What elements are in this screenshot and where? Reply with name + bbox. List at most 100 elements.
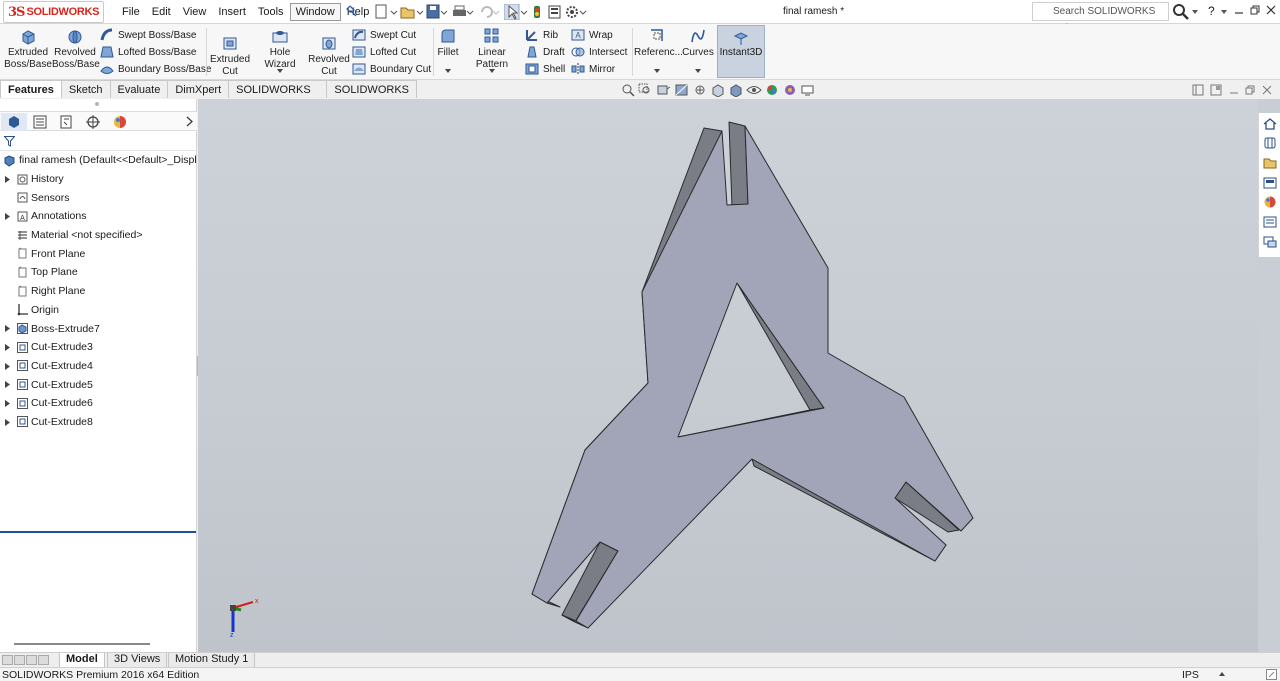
view-palette-icon[interactable] bbox=[1263, 176, 1277, 190]
tree-item-material-not-specified[interactable]: Material <not specified> bbox=[0, 226, 197, 245]
tree-item-origin[interactable]: Origin bbox=[0, 301, 197, 320]
display-style-icon[interactable] bbox=[728, 83, 744, 97]
display-manager-tab-icon[interactable] bbox=[107, 113, 133, 131]
close-icon[interactable] bbox=[1264, 3, 1278, 17]
dimxpert-manager-tab-icon[interactable] bbox=[80, 113, 106, 131]
tree-item-cut-extrude8[interactable]: Cut-Extrude8 bbox=[0, 413, 197, 432]
previous-view-icon[interactable] bbox=[656, 83, 672, 97]
save-icon[interactable] bbox=[426, 4, 448, 20]
design-library-icon[interactable] bbox=[1263, 136, 1277, 150]
edit-appearance-icon[interactable] bbox=[764, 83, 780, 97]
lofted-cut-button[interactable]: Lofted Cut bbox=[352, 44, 416, 60]
panel-horizontal-scrollbar[interactable] bbox=[14, 643, 150, 645]
swept-cut-button[interactable]: Swept Cut bbox=[352, 27, 416, 43]
tree-item-boss-extrude7[interactable]: Boss-Extrude7 bbox=[0, 319, 197, 338]
tab-3d-views[interactable]: 3D Views bbox=[107, 653, 168, 668]
menu-view[interactable]: View bbox=[177, 3, 213, 21]
feature-manager-tab-icon[interactable] bbox=[1, 113, 27, 131]
apply-scene-icon[interactable] bbox=[782, 83, 798, 97]
expand-arrow-icon[interactable] bbox=[0, 338, 16, 357]
help-dropdown-icon[interactable] bbox=[1221, 9, 1227, 15]
status-help-icon[interactable] bbox=[1266, 669, 1277, 680]
view-orientation-icon[interactable] bbox=[710, 83, 726, 97]
graphics-minimize-icon[interactable] bbox=[1228, 84, 1240, 96]
extruded-cut-button[interactable]: Extruded Cut bbox=[208, 34, 252, 78]
configuration-manager-tab-icon[interactable] bbox=[53, 113, 79, 131]
tree-item-cut-extrude4[interactable]: Cut-Extrude4 bbox=[0, 357, 197, 376]
graphics-area[interactable]: x z bbox=[198, 99, 1258, 652]
print-icon[interactable] bbox=[452, 4, 474, 20]
tree-item-sensors[interactable]: Sensors bbox=[0, 188, 197, 207]
fillet-button[interactable]: Fillet bbox=[436, 27, 460, 59]
appearances-icon[interactable] bbox=[1263, 195, 1277, 209]
expand-arrow-icon[interactable] bbox=[0, 394, 16, 413]
section-view-icon[interactable] bbox=[674, 83, 690, 97]
tree-filter[interactable] bbox=[0, 132, 197, 151]
dynamic-annotation-icon[interactable] bbox=[692, 83, 708, 97]
file-properties-icon[interactable] bbox=[547, 4, 563, 20]
tab-model[interactable]: Model bbox=[59, 653, 105, 668]
search-icon[interactable] bbox=[1172, 3, 1190, 21]
tree-item-front-plane[interactable]: Front Plane bbox=[0, 244, 197, 263]
rib-button[interactable]: Rib bbox=[525, 27, 558, 43]
part-model[interactable] bbox=[198, 99, 1258, 652]
search-dropdown-icon[interactable] bbox=[1192, 9, 1198, 15]
view-settings-icon[interactable] bbox=[800, 83, 816, 97]
tab-dimxpert[interactable]: DimXpert bbox=[167, 80, 230, 98]
linear-pattern-button[interactable]: Linear Pattern bbox=[462, 27, 522, 71]
instant3d-button[interactable]: Instant3D bbox=[717, 25, 765, 78]
lofted-boss-button[interactable]: Lofted Boss/Base bbox=[100, 44, 196, 60]
first-tab-icon[interactable] bbox=[2, 655, 13, 665]
menu-window[interactable]: Window bbox=[289, 3, 341, 21]
tree-root[interactable]: final ramesh (Default<<Default>_Displa bbox=[0, 151, 197, 170]
restore-icon[interactable] bbox=[1248, 3, 1262, 17]
home-icon[interactable] bbox=[1263, 117, 1277, 131]
tab-solidworks-add-ins[interactable]: SOLIDWORKS Add-Ins bbox=[228, 80, 328, 114]
tree-item-cut-extrude6[interactable]: Cut-Extrude6 bbox=[0, 394, 197, 413]
tab-solidworks-mbd[interactable]: SOLIDWORKS MBD bbox=[326, 80, 417, 114]
rebuild-icon[interactable] bbox=[531, 4, 543, 20]
property-manager-tab-icon[interactable] bbox=[27, 113, 53, 131]
open-icon[interactable] bbox=[400, 4, 424, 20]
intersect-button[interactable]: Intersect bbox=[571, 44, 627, 60]
expand-arrow-icon[interactable] bbox=[0, 357, 16, 376]
boundary-boss-button[interactable]: Boundary Boss/Base bbox=[100, 61, 211, 77]
tab-evaluate[interactable]: Evaluate bbox=[109, 80, 169, 98]
options-gear-icon[interactable] bbox=[565, 4, 587, 20]
unit-system[interactable]: IPS bbox=[1182, 669, 1199, 681]
graphics-maximize-icon[interactable] bbox=[1210, 84, 1222, 96]
minimize-icon[interactable] bbox=[1232, 3, 1246, 17]
forum-icon[interactable] bbox=[1263, 235, 1277, 249]
rollback-bar[interactable] bbox=[0, 531, 196, 533]
custom-properties-icon[interactable] bbox=[1263, 215, 1277, 229]
chevron-right-icon[interactable] bbox=[185, 116, 194, 127]
prev-tab-icon[interactable] bbox=[14, 655, 25, 665]
pin-menu-icon[interactable] bbox=[346, 5, 358, 17]
shell-button[interactable]: Shell bbox=[525, 61, 565, 77]
new-document-icon[interactable] bbox=[374, 4, 398, 20]
hole-wizard-dropdown-icon[interactable] bbox=[277, 69, 283, 74]
hide-show-items-icon[interactable] bbox=[746, 83, 762, 97]
revolved-boss-button[interactable]: Revolved Boss/Base bbox=[52, 27, 100, 71]
draft-button[interactable]: Draft bbox=[525, 44, 565, 60]
zoom-to-area-icon[interactable] bbox=[638, 83, 654, 97]
tab-features[interactable]: Features bbox=[0, 80, 62, 98]
menu-insert[interactable]: Insert bbox=[212, 3, 252, 21]
last-tab-icon[interactable] bbox=[38, 655, 49, 665]
expand-arrow-icon[interactable] bbox=[0, 413, 16, 432]
tree-item-right-plane[interactable]: Right Plane bbox=[0, 282, 197, 301]
graphics-close-icon[interactable] bbox=[1261, 84, 1273, 96]
expand-arrow-icon[interactable] bbox=[0, 207, 16, 226]
help-search-input[interactable]: Search SOLIDWORKS Help bbox=[1032, 2, 1169, 34]
undo-icon[interactable] bbox=[478, 4, 500, 20]
graphics-restore-icon[interactable] bbox=[1244, 84, 1256, 96]
curves-dropdown-icon[interactable] bbox=[695, 69, 701, 74]
tab-sketch[interactable]: Sketch bbox=[60, 80, 111, 98]
zoom-to-fit-icon[interactable] bbox=[620, 83, 636, 97]
tab-motion-study[interactable]: Motion Study 1 bbox=[168, 653, 256, 668]
graphics-tile-icon[interactable] bbox=[1192, 84, 1204, 96]
hole-wizard-button[interactable]: Hole Wizard bbox=[253, 27, 307, 71]
menu-edit[interactable]: Edit bbox=[146, 3, 177, 21]
next-tab-icon[interactable] bbox=[26, 655, 37, 665]
tree-item-cut-extrude5[interactable]: Cut-Extrude5 bbox=[0, 375, 197, 394]
